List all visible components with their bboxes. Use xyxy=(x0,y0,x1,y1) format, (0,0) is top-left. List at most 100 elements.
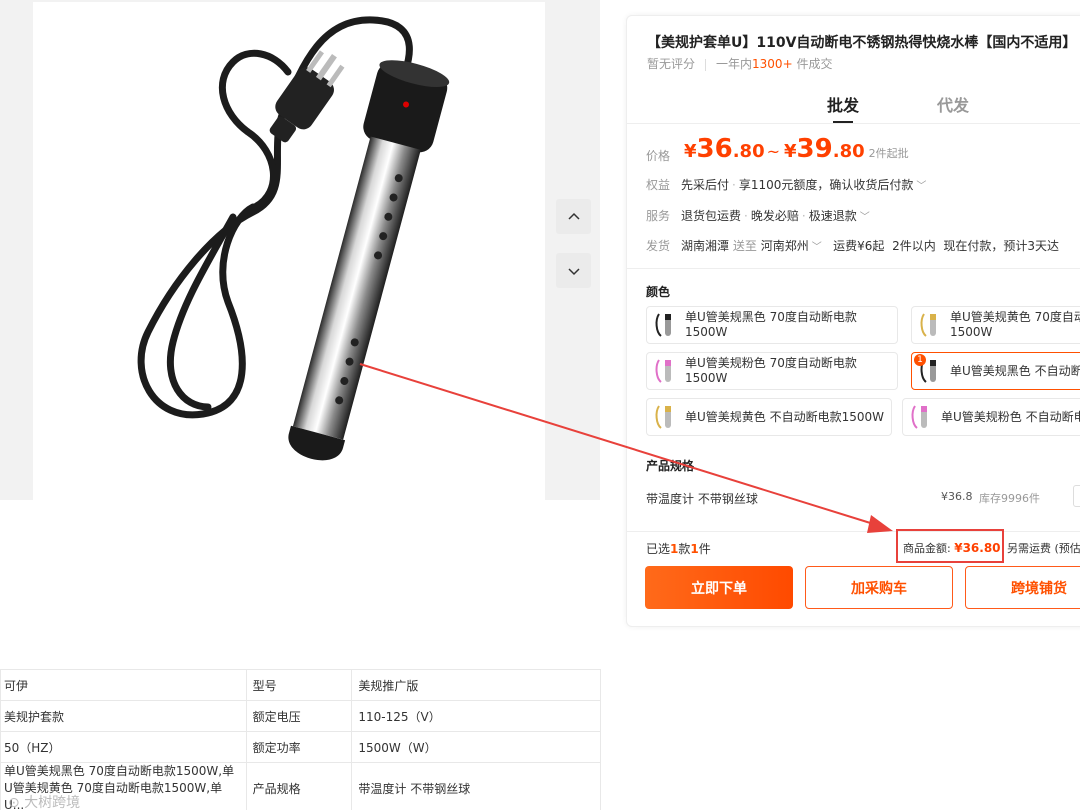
main-product-image[interactable] xyxy=(33,2,545,500)
dot-separator: · xyxy=(801,209,806,223)
table-cell: 美规推广版 xyxy=(351,669,601,701)
table-cell: 50（HZ） xyxy=(0,731,247,763)
tab-dropship[interactable]: 代发 xyxy=(937,92,969,116)
divider xyxy=(627,531,1080,532)
table-cell: 110-125（V） xyxy=(351,700,601,732)
gallery-next-button[interactable] xyxy=(556,253,591,288)
selected-pieces: 1 xyxy=(690,542,699,556)
table-cell: 1500W（W） xyxy=(351,731,601,763)
add-to-cart-button[interactable]: 加采购车 xyxy=(805,566,953,609)
price-min-int: 36 xyxy=(696,134,733,164)
price-max-int: 39 xyxy=(796,134,833,164)
benefits-label: 权益 xyxy=(646,178,671,192)
sku-label: 单U管美规黄色 不自动断电款1500W xyxy=(685,409,885,424)
dot-separator: · xyxy=(732,178,736,192)
sales-suffix: 件成交 xyxy=(792,57,833,71)
min-order-qty: 2件起批 xyxy=(868,147,909,160)
table-cell: 额定功率 xyxy=(245,731,353,763)
service-item: 极速退款 xyxy=(808,209,857,223)
spec-price: ¥36.8 xyxy=(941,490,973,503)
dot-separator: · xyxy=(744,209,748,223)
divider xyxy=(627,268,1080,269)
sku-label: 单U管美规粉色 不自动断电 xyxy=(941,409,1080,424)
price-tilde: ~ xyxy=(766,142,781,161)
service-item: 晚发必赔 xyxy=(750,209,799,223)
benefits-value[interactable]: 先采后付 · 享1100元额度，确认收货后付款 ﹀ xyxy=(681,176,926,193)
tab-wholesale[interactable]: 批发 xyxy=(827,92,859,123)
watermark: ⊙ 大树跨境 xyxy=(8,795,81,810)
sku-thumbnail xyxy=(655,313,671,337)
table-row: 单U管美规黑色 70度自动断电款1500W,单U管美规黄色 70度自动断电款15… xyxy=(0,762,601,810)
gallery-prev-button[interactable] xyxy=(556,199,591,234)
shipping-eta: 现在付款，预计3天达 xyxy=(943,239,1059,253)
table-row: 可伊 型号 美规推广版 xyxy=(0,669,601,701)
sku-label: 单U管美规黑色 70度自动断电款 xyxy=(685,310,857,324)
amount-label: 商品金额: xyxy=(903,542,951,555)
ship-to-select[interactable]: 河南郑州 xyxy=(761,239,809,253)
sku-label-power: 1500W xyxy=(685,325,728,339)
amount-value: ¥36.80 xyxy=(954,541,1001,555)
pieces-unit: 件 xyxy=(698,542,711,556)
currency-symbol: ¥ xyxy=(684,141,697,162)
purchase-mode-tabs: 批发 代发 xyxy=(827,92,969,123)
kinds-unit: 款 xyxy=(678,542,691,556)
sku-option-pink-auto[interactable]: 单U管美规粉色 70度自动断电款 1500W xyxy=(646,352,898,390)
sales-prefix: 一年内 xyxy=(716,57,753,71)
table-cell: 带温度计 不带钢丝球 xyxy=(351,762,601,810)
selected-count-badge: 1 xyxy=(914,354,926,366)
product-title: 【美规护套单U】110V自动断电不锈钢热得快烧水棒【国内不适用】 xyxy=(647,35,1077,51)
price-max-dec: .80 xyxy=(832,141,865,162)
sku-label-power: 1500W xyxy=(685,371,728,385)
sku-thumbnail xyxy=(655,405,671,429)
sku-label-power: 1500W xyxy=(950,325,993,339)
sku-label: 单U管美规黑色 不自动断电 xyxy=(950,363,1080,378)
meta-divider xyxy=(705,58,707,71)
chevron-down-icon: ﹀ xyxy=(859,212,870,223)
table-row: 50（HZ） 额定功率 1500W（W） xyxy=(0,731,601,763)
services-value[interactable]: 退货包运费 · 晚发必赔 · 极速退款 ﹀ xyxy=(681,207,870,224)
spec-section-title: 产品规格 xyxy=(646,459,695,473)
sku-label: 单U管美规黄色 70度自动断 xyxy=(950,310,1080,324)
goods-amount: 商品金额: ¥36.80 xyxy=(903,540,1001,556)
rating-text: 暂无评分 xyxy=(647,57,696,71)
selected-prefix: 已选 xyxy=(646,542,671,556)
chevron-down-icon xyxy=(567,267,580,275)
sku-thumbnail xyxy=(655,359,671,383)
sku-option-yellow-manual[interactable]: 单U管美规黄色 不自动断电款1500W xyxy=(646,398,892,436)
shipping-value: 湖南湘潭 送至 河南郑州 ﹀ 运费¥6起 2件以内 现在付款，预计3天达 xyxy=(681,237,1059,254)
price-min-dec: .80 xyxy=(732,141,765,162)
table-cell: 产品规格 xyxy=(245,762,353,810)
shipping-label: 发货 xyxy=(646,239,671,253)
table-row: 美规护套款 额定电压 110-125（V） xyxy=(0,700,601,732)
chevron-down-icon: ﹀ xyxy=(916,181,927,192)
price-range: ¥36.80 ~ ¥39.80 2件起批 xyxy=(684,134,909,164)
cross-border-list-button[interactable]: 跨境铺货 xyxy=(965,566,1080,609)
shipping-rule: 2件以内 xyxy=(892,239,936,253)
color-section-title: 颜色 xyxy=(646,285,671,299)
ship-to-word: 送至 xyxy=(732,239,757,253)
service-item: 退货包运费 xyxy=(681,209,742,223)
table-cell: 额定电压 xyxy=(245,700,353,732)
table-cell: 美规护套款 xyxy=(0,700,247,732)
selection-summary: 已选1款1件 xyxy=(646,540,711,557)
benefit-item: 享1100元额度，确认收货后付款 xyxy=(738,178,914,192)
divider xyxy=(627,123,1080,124)
purchase-panel: 【美规护套单U】110V自动断电不锈钢热得快烧水棒【国内不适用】 暂无评分 一年内… xyxy=(626,15,1080,627)
currency-symbol: ¥ xyxy=(784,141,797,162)
price-label: 价格 xyxy=(646,149,671,163)
services-label: 服务 xyxy=(646,209,671,223)
table-cell: 型号 xyxy=(245,669,353,701)
sku-option-black-auto[interactable]: 单U管美规黑色 70度自动断电款 1500W xyxy=(646,306,898,344)
sku-thumbnail xyxy=(911,405,927,429)
sku-option-pink-manual[interactable]: 单U管美规粉色 不自动断电 xyxy=(902,398,1080,436)
sku-option-black-manual[interactable]: 1 单U管美规黑色 不自动断电 xyxy=(911,352,1080,390)
buy-now-button[interactable]: 立即下单 xyxy=(645,566,793,609)
ship-from: 湖南湘潭 xyxy=(681,239,730,253)
benefit-item: 先采后付 xyxy=(681,178,730,192)
sku-option-yellow-auto[interactable]: 单U管美规黄色 70度自动断1500W xyxy=(911,306,1080,344)
quantity-stepper[interactable]: - xyxy=(1073,485,1080,507)
product-attributes-table: 可伊 型号 美规推广版 美规护套款 额定电压 110-125（V） 50（HZ）… xyxy=(0,669,601,810)
sku-thumbnail xyxy=(920,313,936,337)
table-cell: 可伊 xyxy=(0,669,247,701)
chevron-down-icon[interactable]: ﹀ xyxy=(812,242,822,253)
